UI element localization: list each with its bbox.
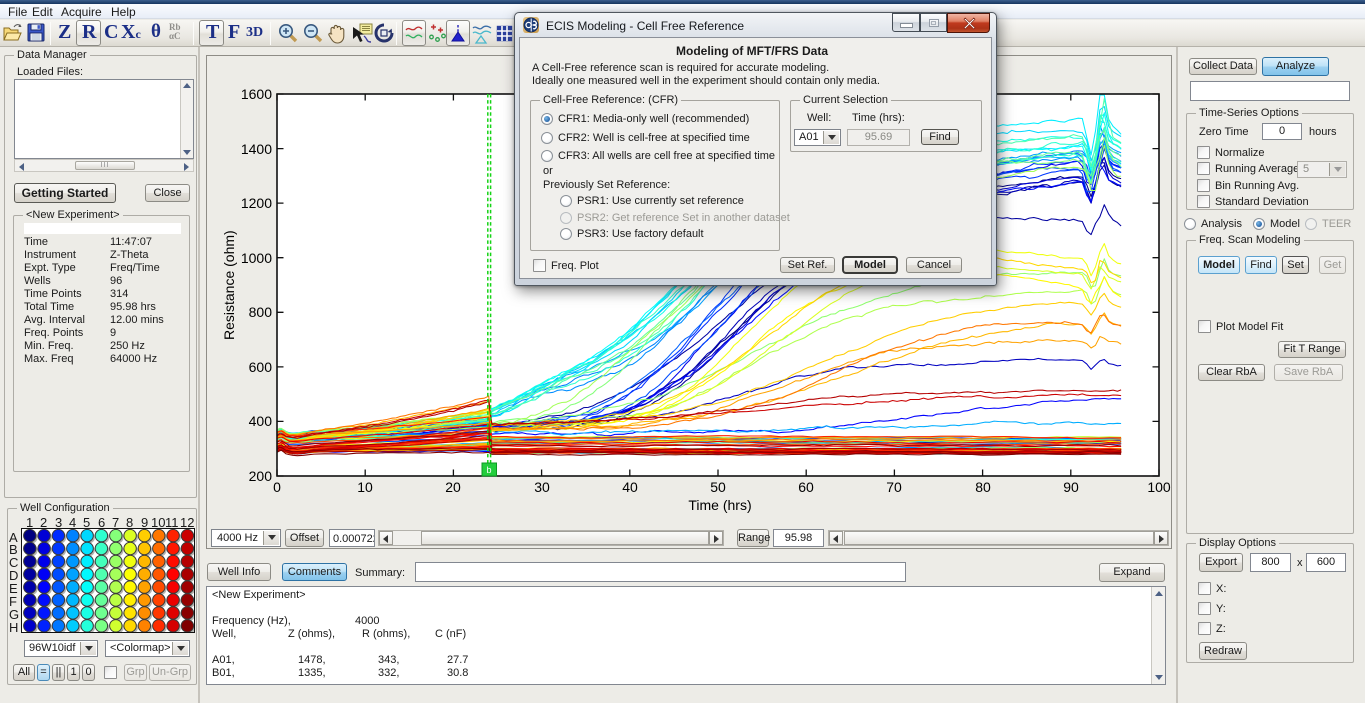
svg-text:b: b [486, 465, 491, 475]
